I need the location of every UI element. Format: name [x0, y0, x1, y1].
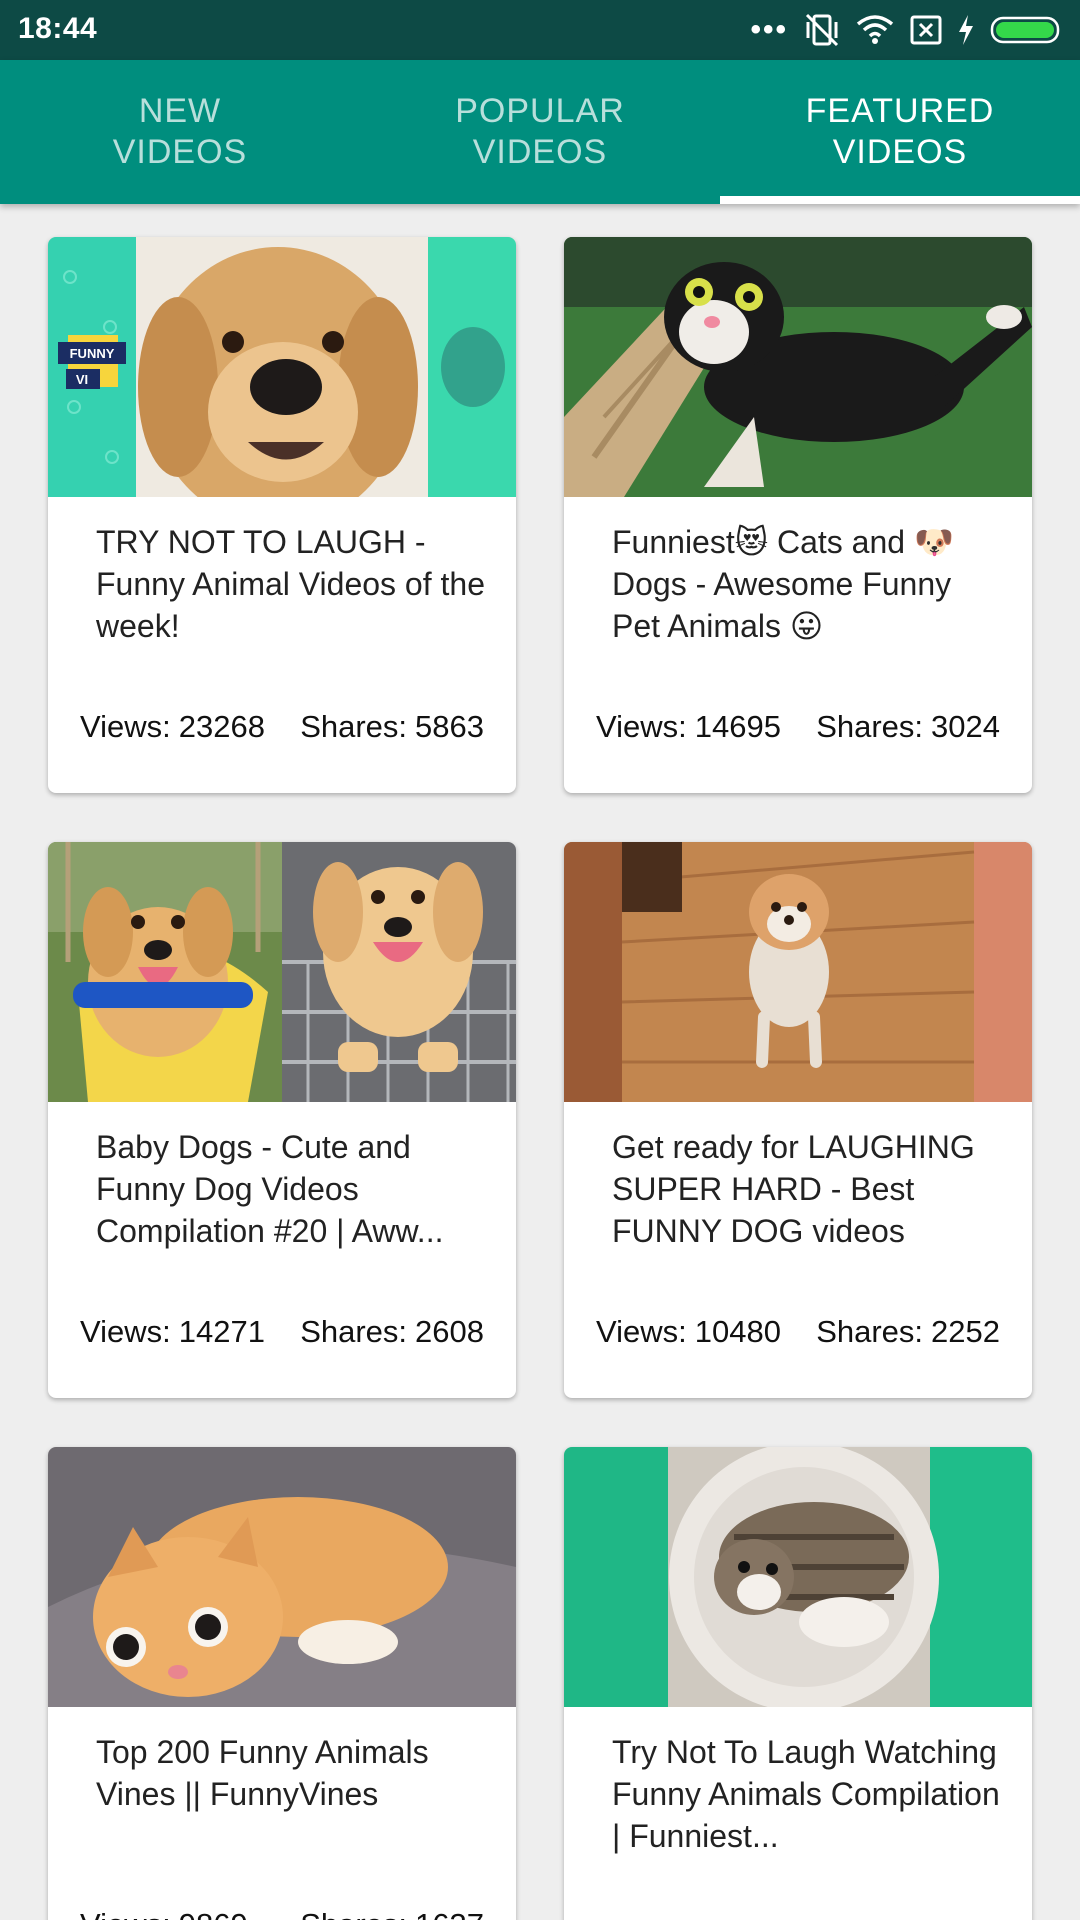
video-card[interactable]: Top 200 Funny Animals Vines || FunnyVine…: [48, 1447, 516, 1920]
views-count: 14695: [694, 709, 781, 744]
wifi-icon: [856, 15, 894, 45]
video-thumbnail: [564, 842, 1032, 1102]
video-thumbnail: [48, 1447, 516, 1707]
active-tab-indicator: [720, 196, 1080, 204]
views-stat: Views: 14695: [596, 709, 781, 745]
video-stats: Views: 10480 Shares: 2252: [596, 1314, 1000, 1350]
status-icons: •••: [750, 12, 1064, 48]
video-title: Try Not To Laugh Watching Funny Animals …: [612, 1734, 1000, 1854]
shares-stat: Shares: 3024: [816, 709, 1000, 745]
clock: 18:44: [18, 12, 98, 45]
shares-stat: Shares: 1637: [300, 1907, 484, 1920]
views-label: Views:: [80, 1314, 171, 1349]
video-card[interactable]: FUNNY VI TRY NOT TO LAUGH - Funny Animal…: [48, 237, 516, 793]
views-stat: Views: 23268: [80, 709, 265, 745]
video-card[interactable]: Funniest😻 Cats and 🐶 Dogs - Awesome Funn…: [564, 237, 1032, 793]
overflow-dots: •••: [750, 13, 788, 46]
shares-count: 3024: [931, 709, 1000, 744]
shares-count: 2252: [931, 1314, 1000, 1349]
sim-disabled-icon: [910, 15, 942, 45]
shares-count: 5863: [415, 709, 484, 744]
status-bar: 18:44 •••: [0, 0, 1080, 60]
views-label: Views:: [596, 709, 687, 744]
views-label: Views:: [80, 1907, 171, 1920]
shares-stat: Shares: 2608: [300, 1314, 484, 1350]
video-stats: Views: 9869 Shares: 1637: [80, 1907, 484, 1920]
shares-label: Shares:: [300, 1907, 407, 1920]
video-title: Baby Dogs - Cute and Funny Dog Videos Co…: [96, 1129, 444, 1249]
video-thumbnail: [564, 237, 1032, 497]
tab-label: NEW VIDEOS: [112, 92, 248, 171]
shares-count: 1637: [415, 1907, 484, 1920]
battery-icon: [990, 15, 1064, 45]
video-thumbnail: FUNNY VI: [48, 237, 516, 497]
tab-popular-videos[interactable]: POPULAR VIDEOS: [360, 60, 720, 204]
video-thumbnail: [48, 842, 516, 1102]
video-title: Top 200 Funny Animals Vines || FunnyVine…: [96, 1734, 429, 1812]
views-count: 10480: [694, 1314, 781, 1349]
tab-new-videos[interactable]: NEW VIDEOS: [0, 60, 360, 204]
tab-featured-videos[interactable]: FEATURED VIDEOS: [720, 60, 1080, 204]
video-stats: Views: 14271 Shares: 2608: [80, 1314, 484, 1350]
views-stat: Views: 14271: [80, 1314, 265, 1350]
views-label: Views:: [596, 1314, 687, 1349]
shares-count: 2608: [415, 1314, 484, 1349]
tab-bar: NEW VIDEOS POPULAR VIDEOS FEATURED VIDEO…: [0, 60, 1080, 204]
views-label: Views:: [80, 709, 171, 744]
video-title: Get ready for LAUGHING SUPER HARD - Best…: [612, 1129, 975, 1249]
shares-stat: Shares: 2252: [816, 1314, 1000, 1350]
video-title: Funniest😻 Cats and 🐶 Dogs - Awesome Funn…: [612, 524, 954, 644]
shares-label: Shares:: [300, 1314, 408, 1349]
video-thumbnail: [564, 1447, 1032, 1707]
shares-stat: Shares: 5863: [300, 709, 484, 745]
views-count: 23268: [178, 709, 265, 744]
tab-label: POPULAR VIDEOS: [455, 92, 625, 171]
video-stats: Views: 14695 Shares: 3024: [596, 709, 1000, 745]
shares-label: Shares:: [300, 709, 408, 744]
shares-label: Shares:: [816, 709, 924, 744]
views-stat: Views: 9869: [80, 1907, 248, 1920]
video-stats: Views: 23268 Shares: 5863: [80, 709, 484, 745]
shares-label: Shares:: [816, 1314, 924, 1349]
video-title: TRY NOT TO LAUGH - Funny Animal Videos o…: [96, 524, 485, 644]
thumb-badge-text: FUNNY: [70, 346, 115, 361]
vibrate-off-icon: [804, 13, 840, 47]
video-card[interactable]: Get ready for LAUGHING SUPER HARD - Best…: [564, 842, 1032, 1398]
tab-label: FEATURED VIDEOS: [805, 92, 995, 171]
views-count: 14271: [178, 1314, 265, 1349]
charging-bolt-icon: [958, 15, 974, 45]
views-count: 9869: [179, 1907, 248, 1920]
video-card[interactable]: Baby Dogs - Cute and Funny Dog Videos Co…: [48, 842, 516, 1398]
thumb-badge-text: VI: [76, 372, 88, 387]
views-stat: Views: 10480: [596, 1314, 781, 1350]
video-card[interactable]: Try Not To Laugh Watching Funny Animals …: [564, 1447, 1032, 1920]
